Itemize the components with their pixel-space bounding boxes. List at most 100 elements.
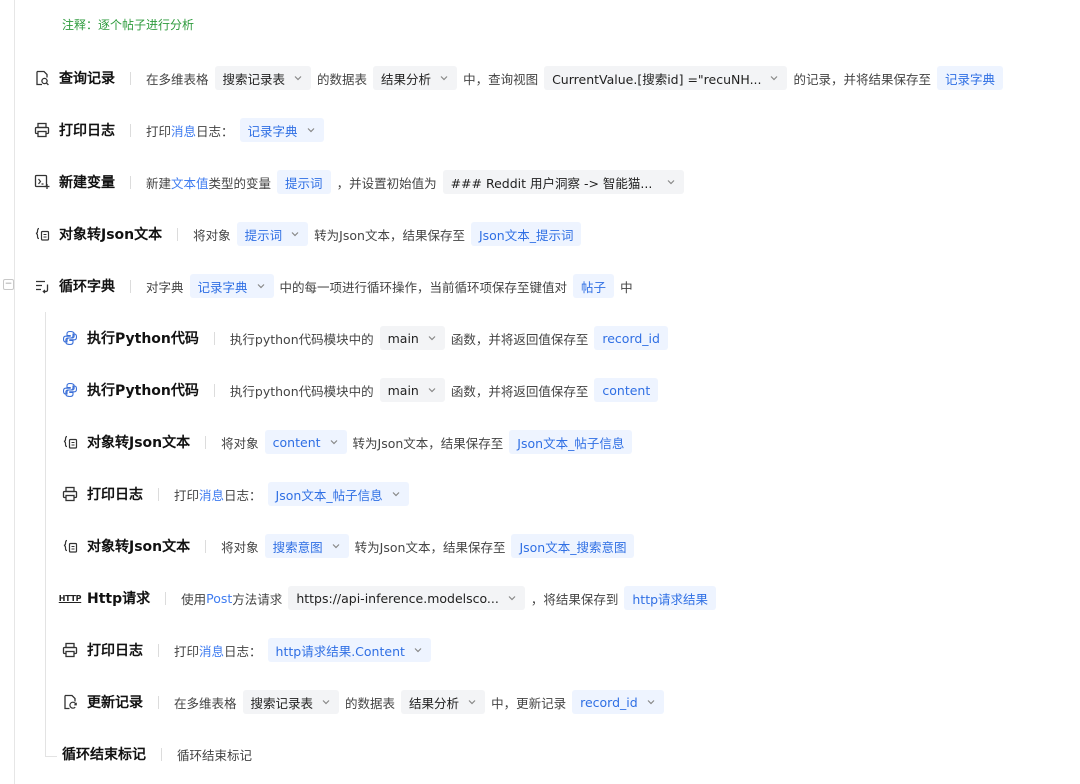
comment-text: 注释：逐个帖子进行分析	[62, 18, 195, 32]
initial-value-select[interactable]: ### Reddit 用户洞察 -> 智能猫...	[442, 170, 685, 194]
step-title: 对象转Json文本	[87, 435, 191, 451]
source-object-select[interactable]: 提示词	[236, 222, 309, 246]
dict-select[interactable]: 记录字典	[189, 274, 274, 298]
loop-nest-line-end	[45, 756, 57, 757]
step-title: 打印日志	[87, 487, 143, 503]
chevron-down-icon	[439, 73, 449, 83]
step-object-to-json[interactable]: 对象转Json文本 将对象 提示词 转为Json文本，结果保存至 Json文本_…	[34, 221, 587, 247]
chevron-down-icon	[329, 437, 339, 447]
printer-icon	[62, 486, 78, 502]
divider	[130, 71, 131, 85]
view-condition-select[interactable]: CurrentValue.[搜索id] ="recuNH...	[544, 66, 788, 90]
loop-nest-line	[45, 312, 46, 756]
http-method-link[interactable]: Post	[206, 591, 232, 606]
step-title: 循环结束标记	[62, 747, 146, 763]
log-level-link[interactable]: 消息	[199, 641, 224, 660]
log-variable-select[interactable]: 记录字典	[239, 118, 324, 142]
printer-icon	[34, 122, 50, 138]
chevron-down-icon	[293, 73, 303, 83]
chevron-down-icon	[331, 541, 341, 551]
log-variable-select[interactable]: http请求结果.Content	[267, 638, 431, 662]
step-new-variable[interactable]: 新建变量 新建 文本值 类型的变量 提示词 ，并设置初始值为 ### Reddit …	[34, 169, 690, 195]
divider	[130, 123, 131, 137]
step-title: Http请求	[87, 591, 151, 607]
sheet-select[interactable]: 结果分析	[401, 690, 486, 714]
url-select[interactable]: https://api-inference.modelsco...	[288, 586, 525, 610]
output-variable[interactable]: record_id	[594, 326, 668, 350]
collapse-loop-button[interactable]: −	[3, 279, 14, 290]
step-update-record[interactable]: 更新记录 在多维表格 搜索记录表 的数据表 结果分析 中，更新记录 record…	[62, 689, 670, 715]
chevron-down-icon	[646, 697, 656, 707]
sheet-select[interactable]: 结果分析	[373, 66, 458, 90]
chevron-down-icon	[427, 385, 437, 395]
output-variable[interactable]: content	[594, 378, 659, 402]
output-variable[interactable]: http请求结果	[624, 586, 717, 610]
step-query-record[interactable]: 查询记录 在多维表格 搜索记录表 的数据表 结果分析 中，查询视图 Curren…	[34, 65, 1009, 91]
chevron-down-icon	[290, 229, 300, 239]
gutter-line	[14, 0, 15, 784]
json-convert-icon	[62, 538, 78, 554]
variable-type-link[interactable]: 文本值	[171, 173, 209, 192]
printer-icon	[62, 642, 78, 658]
divider	[213, 383, 215, 397]
divider	[177, 227, 179, 241]
output-variable[interactable]: Json文本_帖子信息	[509, 430, 633, 454]
json-convert-icon	[34, 226, 50, 242]
update-record-icon	[62, 694, 78, 710]
source-object-select[interactable]: 搜索意图	[264, 534, 349, 558]
step-run-python[interactable]: 执行Python代码 执行python代码模块中的 main 函数，并将返回值保…	[62, 377, 664, 403]
step-print-log[interactable]: 打印日志 打印 消息 日志： Json文本_帖子信息	[62, 481, 415, 507]
output-variable[interactable]: 记录字典	[937, 66, 1004, 90]
query-record-icon	[34, 70, 50, 86]
function-select[interactable]: main	[379, 326, 445, 350]
table-select[interactable]: 搜索记录表	[214, 66, 312, 90]
step-title: 对象转Json文本	[59, 227, 163, 243]
chevron-down-icon	[467, 697, 477, 707]
divider	[158, 695, 159, 709]
chevron-down-icon	[413, 645, 423, 655]
chevron-down-icon	[427, 333, 437, 343]
divider	[130, 279, 131, 293]
step-print-log[interactable]: 打印日志 打印 消息 日志： http请求结果.Content	[62, 637, 437, 663]
output-variable[interactable]: Json文本_搜索意图	[511, 534, 635, 558]
chevron-down-icon	[256, 281, 266, 291]
divider	[161, 747, 162, 761]
step-title: 打印日志	[59, 123, 115, 139]
variable-name[interactable]: 提示词	[277, 170, 331, 194]
table-select[interactable]: 搜索记录表	[242, 690, 340, 714]
python-icon	[62, 382, 78, 398]
step-title: 更新记录	[87, 695, 143, 711]
chevron-down-icon	[769, 73, 779, 83]
source-object-select[interactable]: content	[264, 430, 347, 454]
http-icon: HTTP	[58, 593, 82, 603]
divider	[130, 175, 131, 189]
divider	[205, 539, 207, 553]
json-convert-icon	[62, 434, 78, 450]
step-print-log[interactable]: 打印日志 打印 消息 日志： 记录字典	[34, 117, 330, 143]
chevron-down-icon	[666, 177, 676, 187]
step-title: 执行Python代码	[87, 331, 199, 347]
log-variable-select[interactable]: Json文本_帖子信息	[267, 482, 409, 506]
chevron-down-icon	[306, 125, 316, 135]
step-title: 查询记录	[59, 71, 115, 87]
step-object-to-json[interactable]: 对象转Json文本 将对象 搜索意图 转为Json文本，结果保存至 Json文本…	[62, 533, 640, 559]
divider	[205, 435, 207, 449]
step-title: 打印日志	[87, 643, 143, 659]
log-level-link[interactable]: 消息	[199, 485, 224, 504]
record-select[interactable]: record_id	[572, 690, 664, 714]
loop-icon	[34, 278, 50, 294]
step-http-request[interactable]: HTTP Http请求 使用 Post 方法请求 https://api-infer…	[58, 585, 722, 611]
loop-item-variable[interactable]: 帖子	[573, 274, 615, 298]
output-variable[interactable]: Json文本_提示词	[470, 222, 582, 246]
step-title: 执行Python代码	[87, 383, 199, 399]
step-loop-end[interactable]: 循环结束标记 循环结束标记	[62, 741, 252, 767]
step-title: 对象转Json文本	[87, 539, 191, 555]
chevron-down-icon	[391, 489, 401, 499]
divider	[158, 487, 159, 501]
step-run-python[interactable]: 执行Python代码 执行python代码模块中的 main 函数，并将返回值保…	[62, 325, 674, 351]
function-select[interactable]: main	[379, 378, 445, 402]
log-level-link[interactable]: 消息	[171, 121, 196, 140]
step-loop-dict[interactable]: 循环字典 对字典 记录字典 中的每一项进行循环操作，当前循环项保存至键值对 帖子…	[34, 273, 633, 299]
chevron-down-icon	[507, 593, 517, 603]
step-object-to-json[interactable]: 对象转Json文本 将对象 content 转为Json文本，结果保存至 Jso…	[62, 429, 638, 455]
